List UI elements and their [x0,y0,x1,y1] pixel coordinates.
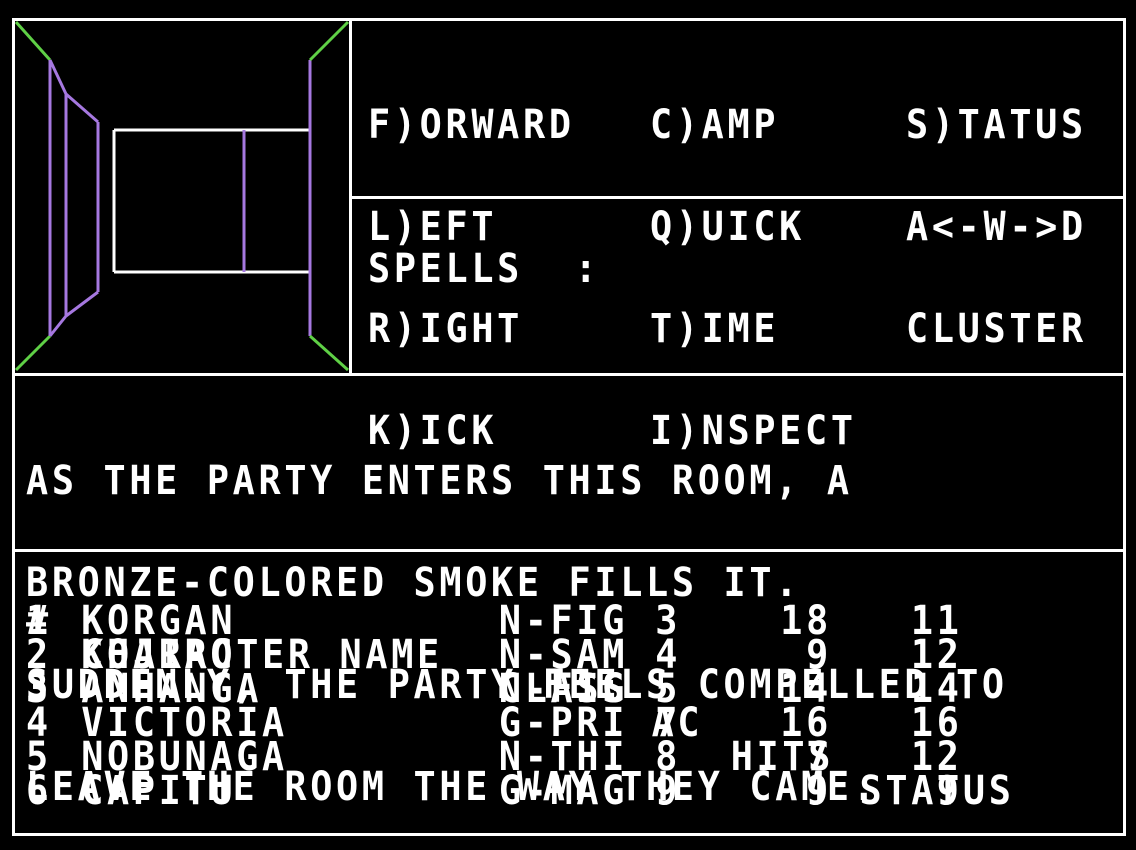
menu-quick[interactable]: Q)UICK [650,207,857,247]
dungeon-view [14,20,350,372]
party-ac: 9 [655,768,682,814]
menu-left[interactable]: L)EFT [368,207,575,247]
menu-right[interactable]: R)IGHT [368,309,575,349]
menu-strafe[interactable]: A<-W->D [906,207,1087,247]
menu-column-3: S)TATUS A<-W->D CLUSTER [906,40,1087,380]
menu-camp[interactable]: C)AMP [650,105,857,145]
message-line: BRONZE-COLORED SMOKE FILLS IT. [26,560,802,606]
menu-time[interactable]: T)IME [650,309,857,349]
party-name: CAPITU [81,768,237,814]
party-class: G-MAG [498,768,629,814]
party-num: 6 [26,768,52,814]
party-status: 9 [936,768,963,814]
spells-label: SPELLS : [368,246,601,292]
party-hits: 9 [806,768,832,814]
menu-status[interactable]: S)TATUS [906,105,1087,145]
message-line: AS THE PARTY ENTERS THIS ROOM, A [26,458,853,504]
menu-cluster[interactable]: CLUSTER [906,309,1087,349]
menu-forward[interactable]: F)ORWARD [368,105,575,145]
